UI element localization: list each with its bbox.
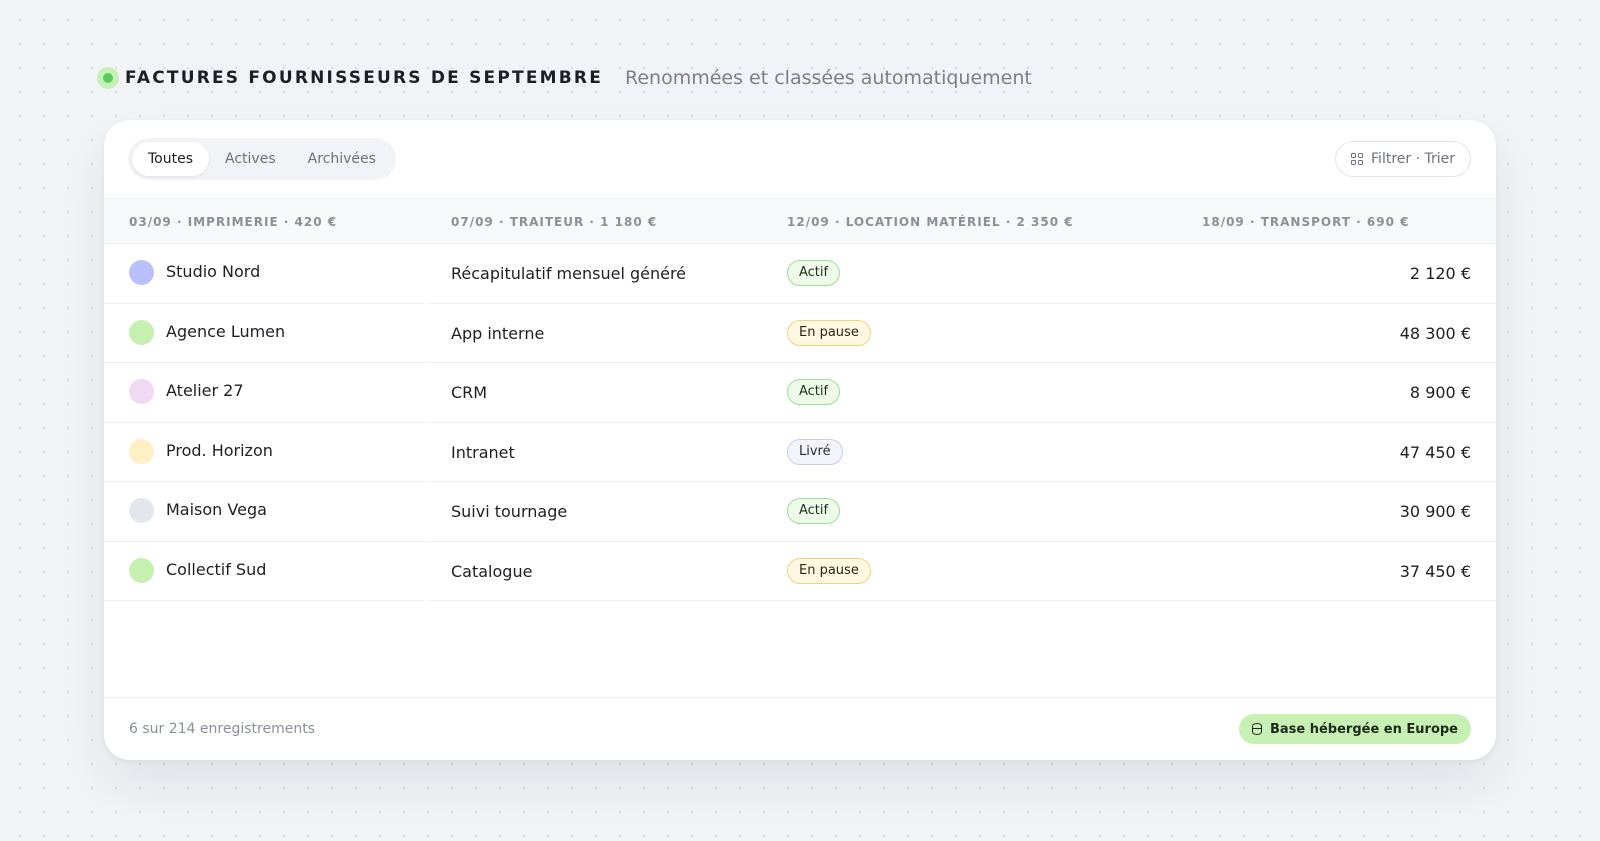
filter-sort-label: Filtrer · Trier: [1371, 151, 1455, 167]
view-tabs: Toutes Actives Archivées: [128, 138, 396, 180]
client-name: Collectif Sud: [166, 559, 267, 579]
avatar: [129, 438, 154, 464]
amount-value: 37 450 €: [1399, 561, 1471, 581]
database-icon: [1251, 723, 1262, 735]
hosting-badge-label: Base hébergée en Europe: [1269, 721, 1458, 737]
tab-archivees[interactable]: Archivées: [292, 142, 392, 176]
client-name: Prod. Horizon: [166, 440, 273, 460]
status-badge: Actif: [787, 379, 841, 405]
filter-sort-button[interactable]: Filtrer · Trier: [1335, 141, 1471, 177]
amount-value: 30 900 €: [1399, 502, 1471, 521]
record-count: 6 sur 214 enregistrements: [129, 721, 315, 737]
avatar: [129, 260, 154, 285]
tab-actives[interactable]: Actives: [209, 142, 292, 176]
column-header-location-materiel[interactable]: 12/09 · LOCATION MATÉRIEL · 2 350 €: [787, 199, 1074, 245]
table-header: 03/09 · IMPRIMERIE · 420 € 07/09 · TRAIT…: [104, 198, 1496, 244]
client-name: Maison Vega: [166, 500, 267, 519]
page-header: FACTURES FOURNISSEURS DE SEPTEMBRE Renom…: [97, 64, 1032, 92]
amount-value: 8 900 €: [1409, 383, 1471, 402]
table-row[interactable]: Maison Vega Suivi tournage Actif 30 900 €: [104, 482, 1496, 542]
column-header-imprimerie[interactable]: 03/09 · IMPRIMERIE · 420 €: [129, 199, 337, 245]
grid-icon: [1351, 153, 1364, 165]
amount-value: 47 450 €: [1399, 442, 1471, 462]
status-badge: Actif: [787, 260, 841, 286]
project-name: App interne: [451, 323, 545, 343]
page-subtitle: Renommées et classées automatiquement: [625, 67, 1032, 89]
status-badge: En pause: [787, 557, 871, 584]
project-name: Suivi tournage: [451, 502, 568, 521]
status-badge: Livré: [787, 438, 843, 465]
toolbar: Toutes Actives Archivées Filtrer · Trier: [104, 120, 1496, 198]
hosting-badge: Base hébergée en Europe: [1238, 714, 1471, 744]
avatar: [129, 319, 154, 345]
table-row[interactable]: Atelier 27 CRM Actif 8 900 €: [104, 363, 1496, 423]
status-dot-icon: [97, 67, 119, 89]
avatar: [129, 557, 154, 583]
column-header-traiteur[interactable]: 07/09 · TRAITEUR · 1 180 €: [451, 199, 657, 245]
table-row[interactable]: Agence Lumen App interne En pause 48 300 €: [104, 304, 1496, 363]
project-name: Récapitulatif mensuel généré: [451, 264, 687, 283]
status-badge: Actif: [787, 498, 841, 524]
invoices-card: Toutes Actives Archivées Filtrer · Trier…: [104, 120, 1496, 760]
row-divider: [428, 600, 1496, 601]
page-title: FACTURES FOURNISSEURS DE SEPTEMBRE: [125, 68, 604, 88]
status-badge: En pause: [787, 319, 871, 346]
project-name: Intranet: [451, 442, 515, 462]
row-divider: [104, 600, 425, 601]
table-row[interactable]: Collectif Sud Catalogue En pause 37 450 €: [104, 542, 1496, 601]
client-name: Agence Lumen: [166, 321, 286, 341]
amount-value: 2 120 €: [1409, 264, 1471, 283]
amount-value: 48 300 €: [1399, 323, 1471, 343]
table-row[interactable]: Studio Nord Récapitulatif mensuel généré A…: [104, 244, 1496, 304]
project-name: Catalogue: [451, 561, 533, 581]
table-body: Studio Nord Récapitulatif mensuel généré A…: [104, 244, 1496, 601]
client-name: Atelier 27: [166, 381, 244, 400]
client-name: Studio Nord: [166, 262, 261, 281]
tab-toutes[interactable]: Toutes: [132, 142, 210, 176]
avatar: [129, 379, 154, 404]
avatar: [129, 498, 154, 523]
column-header-transport[interactable]: 18/09 · TRANSPORT · 690 €: [1202, 199, 1409, 245]
project-name: CRM: [451, 383, 488, 402]
table-footer: 6 sur 214 enregistrements Base hébergée …: [104, 697, 1496, 760]
table-row[interactable]: Prod. Horizon Intranet Livré 47 450 €: [104, 423, 1496, 482]
